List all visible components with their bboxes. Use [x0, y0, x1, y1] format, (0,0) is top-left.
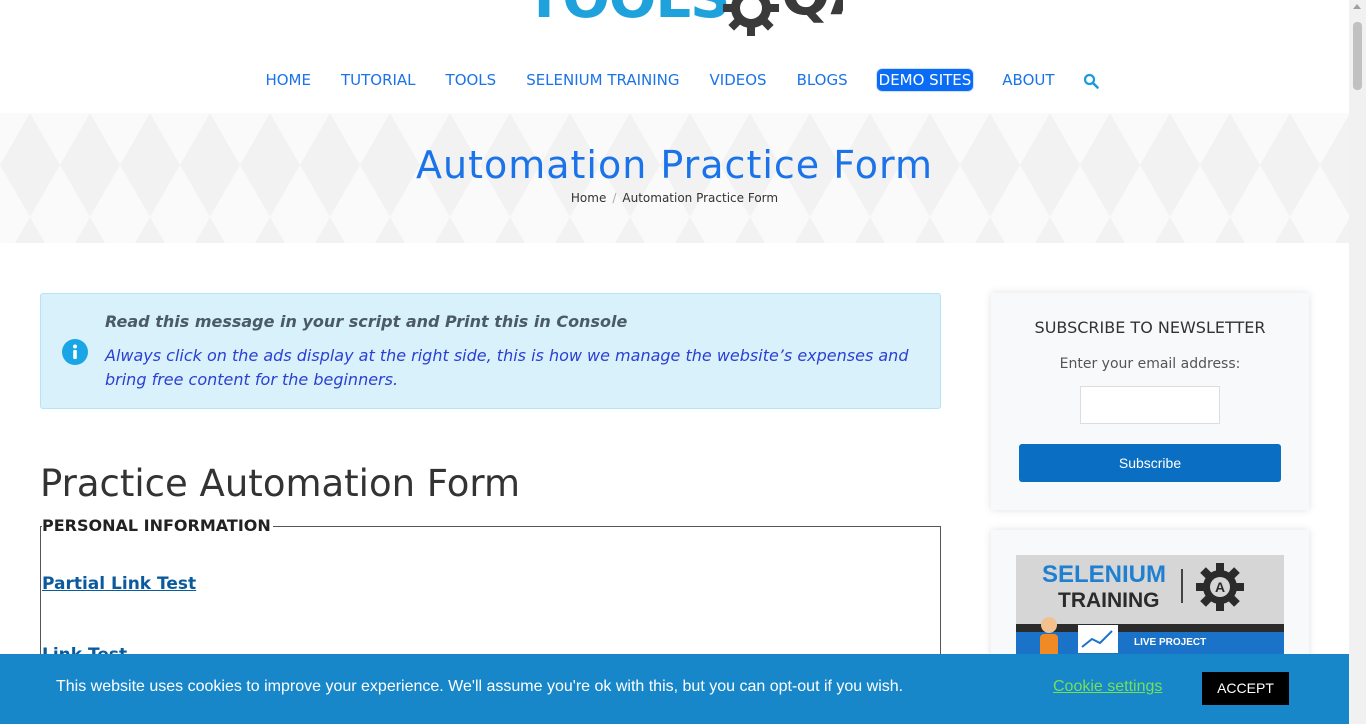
cookie-accept-button[interactable]: ACCEPT: [1202, 672, 1289, 705]
nav-tutorial[interactable]: TUTORIAL: [339, 68, 418, 92]
ad-live-project: LIVE PROJECT: [1134, 637, 1207, 648]
gear-icon: A: [1196, 563, 1244, 611]
form-heading: Practice Automation Form: [40, 462, 521, 505]
chart-board-icon: [1078, 625, 1118, 653]
subscribe-button[interactable]: Subscribe: [1019, 444, 1281, 482]
nav-blogs[interactable]: BLOGS: [795, 68, 850, 92]
nav-tools[interactable]: TOOLS: [444, 68, 499, 92]
nav-demo-sites[interactable]: DEMO SITES: [875, 68, 975, 92]
gear-icon: [723, 0, 779, 36]
nav-selenium-training[interactable]: SELENIUM TRAINING: [524, 68, 681, 92]
search-icon[interactable]: [1083, 71, 1099, 91]
ad-line2: TRAINING: [1058, 589, 1160, 612]
vertical-scrollbar[interactable]: [1349, 0, 1366, 724]
info-message-box: Read this message in your script and Pri…: [40, 293, 941, 409]
cookie-settings-link[interactable]: Cookie settings: [1053, 678, 1162, 696]
cookie-bar: This website uses cookies to improve you…: [0, 654, 1349, 724]
email-input[interactable]: [1080, 386, 1220, 424]
scrollbar-thumb[interactable]: [1353, 22, 1362, 90]
page-banner: Automation Practice Form Home / Automation…: [0, 113, 1349, 243]
ad-line1: SELENIUM: [1042, 561, 1167, 588]
logo-text: TOOLS: [525, 0, 730, 31]
personal-info-fieldset: [40, 526, 941, 666]
breadcrumb-home[interactable]: Home: [571, 191, 606, 205]
logo-qa-text: QA: [781, 0, 843, 28]
site-header: TOOLS QA HOME TUTORIAL TOOLS SELENIUM TR…: [0, 0, 1349, 113]
breadcrumb: Home / Automation Practice Form: [0, 191, 1349, 205]
partial-link-test[interactable]: Partial Link Test: [42, 574, 196, 594]
nav-videos[interactable]: VIDEOS: [708, 68, 769, 92]
info-body: Always click on the ads display at the r…: [105, 346, 909, 389]
scroll-up-arrow-icon[interactable]: [1353, 4, 1361, 9]
page-title: Automation Practice Form: [416, 143, 933, 187]
selenium-training-ad[interactable]: SELENIUM TRAINING A LIVE PROJECT: [1016, 555, 1284, 670]
email-label: Enter your email address:: [1059, 356, 1241, 372]
breadcrumb-separator: /: [612, 191, 617, 205]
newsletter-widget: SUBSCRIBE TO NEWSLETTER Enter your email…: [991, 293, 1309, 510]
newsletter-title: SUBSCRIBE TO NEWSLETTER: [1034, 318, 1266, 337]
breadcrumb-current: Automation Practice Form: [622, 191, 779, 205]
info-icon: [62, 339, 88, 365]
nav-about[interactable]: ABOUT: [1000, 68, 1056, 92]
nav-home[interactable]: HOME: [263, 68, 313, 92]
fieldset-legend: PERSONAL INFORMATION: [42, 516, 273, 535]
main-nav: HOME TUTORIAL TOOLS SELENIUM TRAINING VI…: [0, 68, 1349, 96]
info-title: Read this message in your script and Pri…: [105, 312, 628, 331]
toolsqa-logo[interactable]: TOOLS QA: [523, 0, 843, 42]
cookie-message: This website uses cookies to improve you…: [56, 678, 904, 695]
svg-text:A: A: [1215, 579, 1225, 595]
ad-widget: SELENIUM TRAINING A LIVE PROJECT: [991, 530, 1309, 670]
ad-divider: [1181, 569, 1183, 603]
